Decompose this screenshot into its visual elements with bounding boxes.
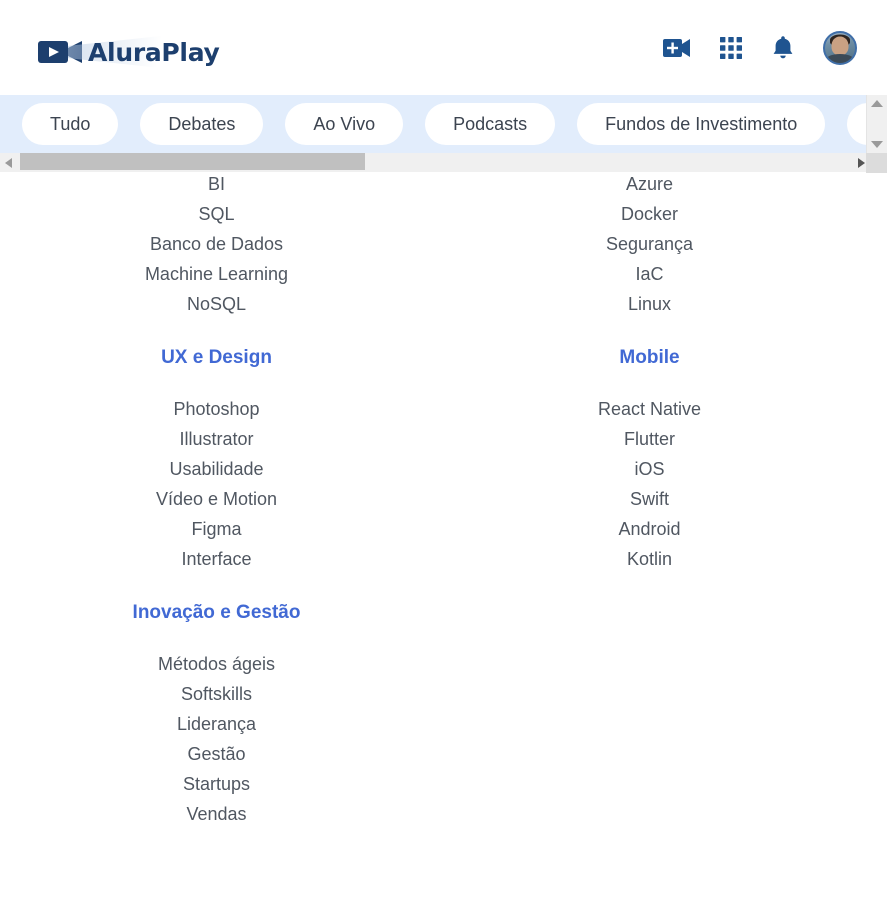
menu-item-lideranca[interactable]: Liderança xyxy=(177,709,256,739)
menu-group-ux-e-design: UX e Design Photoshop Illustrator Usabil… xyxy=(0,319,433,574)
header-actions xyxy=(663,0,857,95)
menu-group-infra: Azure Docker Segurança IaC Linux xyxy=(433,173,866,319)
tab-fundos-de-investimento[interactable]: Fundos de Investimento xyxy=(577,103,826,145)
menu-item-illustrator[interactable]: Illustrator xyxy=(179,424,253,454)
menu-item-ios[interactable]: iOS xyxy=(634,454,664,484)
brand-name: AluraPlay xyxy=(88,37,220,67)
scroll-right-arrow-icon[interactable] xyxy=(858,158,865,168)
menu-column-right: Azure Docker Segurança IaC Linux Mobile … xyxy=(433,173,866,906)
video-add-icon[interactable] xyxy=(663,37,691,59)
menu-item-softskills[interactable]: Softskills xyxy=(181,679,252,709)
menu-item-linux[interactable]: Linux xyxy=(628,289,671,319)
bell-icon[interactable] xyxy=(771,35,795,61)
horizontal-scroll-thumb[interactable] xyxy=(20,153,365,170)
horizontal-scrollbar[interactable] xyxy=(0,153,887,173)
menu-item-iac[interactable]: IaC xyxy=(635,259,663,289)
menu-group-title-ux-e-design[interactable]: UX e Design xyxy=(161,347,272,369)
menu-group-mobile: Mobile React Native Flutter iOS Swift An… xyxy=(433,319,866,574)
menu-item-swift[interactable]: Swift xyxy=(630,484,669,514)
tab-ao-vivo[interactable]: Ao Vivo xyxy=(285,103,404,145)
menu-item-azure[interactable]: Azure xyxy=(626,169,673,199)
menu-item-nosql[interactable]: NoSQL xyxy=(187,289,246,319)
apps-grid-icon[interactable] xyxy=(719,36,743,60)
menu-item-seguranca[interactable]: Segurança xyxy=(606,229,693,259)
menu-group-title-inovacao-e-gestao[interactable]: Inovação e Gestão xyxy=(133,602,301,624)
menu-item-interface[interactable]: Interface xyxy=(181,544,251,574)
avatar[interactable] xyxy=(823,30,857,65)
vertical-scrollbar[interactable] xyxy=(866,95,887,153)
menu-item-video-e-motion[interactable]: Vídeo e Motion xyxy=(156,484,277,514)
menu-column-left: BI SQL Banco de Dados Machine Learning N… xyxy=(0,173,433,906)
avatar-body xyxy=(825,53,855,63)
menu-item-docker[interactable]: Docker xyxy=(621,199,678,229)
category-tab-strip: Tudo Debates Ao Vivo Podcasts Fundos de … xyxy=(0,95,866,153)
menu-item-android[interactable]: Android xyxy=(618,514,680,544)
scroll-left-arrow-icon[interactable] xyxy=(5,158,12,168)
scroll-down-arrow-icon[interactable] xyxy=(871,141,883,148)
menu-item-machine-learning[interactable]: Machine Learning xyxy=(145,259,288,289)
tab-tudo[interactable]: Tudo xyxy=(22,103,119,145)
tab-podcasts[interactable]: Podcasts xyxy=(425,103,556,145)
tab-debates[interactable]: Debates xyxy=(140,103,264,145)
video-camera-logo-icon xyxy=(38,33,188,71)
scrollbar-corner xyxy=(866,153,887,173)
menu-group-title-mobile[interactable]: Mobile xyxy=(619,347,679,369)
menu-item-flutter[interactable]: Flutter xyxy=(624,424,675,454)
menu-item-figma[interactable]: Figma xyxy=(191,514,241,544)
menu-item-metodos-ageis[interactable]: Métodos ágeis xyxy=(158,649,275,679)
menu-item-bi[interactable]: BI xyxy=(208,169,225,199)
app-header: AluraPlay xyxy=(0,0,887,95)
brand-logo[interactable]: AluraPlay xyxy=(38,32,220,72)
menu-item-banco-de-dados[interactable]: Banco de Dados xyxy=(150,229,283,259)
scroll-up-arrow-icon[interactable] xyxy=(871,100,883,107)
menu-item-kotlin[interactable]: Kotlin xyxy=(627,544,672,574)
menu-group-inovacao-e-gestao: Inovação e Gestão Métodos ágeis Softskil… xyxy=(0,574,433,829)
menu-item-photoshop[interactable]: Photoshop xyxy=(173,394,259,424)
category-mega-menu: BI SQL Banco de Dados Machine Learning N… xyxy=(0,173,866,906)
menu-item-sql[interactable]: SQL xyxy=(198,199,234,229)
tab-partial-next[interactable] xyxy=(847,103,866,145)
menu-item-vendas[interactable]: Vendas xyxy=(186,799,246,829)
menu-item-usabilidade[interactable]: Usabilidade xyxy=(169,454,263,484)
menu-group-data: BI SQL Banco de Dados Machine Learning N… xyxy=(0,173,433,319)
menu-item-react-native[interactable]: React Native xyxy=(598,394,701,424)
menu-item-startups[interactable]: Startups xyxy=(183,769,250,799)
menu-item-gestao[interactable]: Gestão xyxy=(187,739,245,769)
